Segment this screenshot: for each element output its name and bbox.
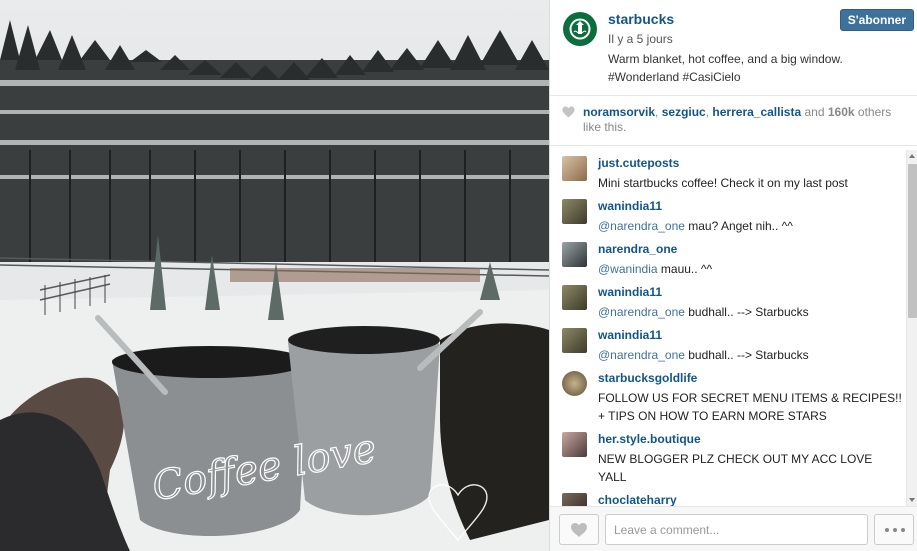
scroll-down-arrow-icon[interactable]: [909, 498, 915, 502]
separator: ,: [705, 105, 710, 119]
heart-icon: [562, 106, 575, 118]
comment-input[interactable]: [605, 514, 868, 545]
comment-text: @wanindia mauu.. ^^: [598, 260, 903, 278]
comments-list[interactable]: just.cuteposts Mini startbucks coffee! C…: [550, 150, 907, 506]
comment-item: wanindia11 @narendra_one budhall.. --> S…: [562, 281, 907, 325]
comment-line: YALL: [598, 470, 627, 484]
more-options-button[interactable]: [874, 514, 914, 545]
comment-line: FOLLOW US FOR SECRET MENU ITEMS & RECIPE…: [598, 391, 902, 405]
avatar[interactable]: [562, 156, 587, 181]
avatar[interactable]: [562, 285, 587, 310]
comment-item: just.cuteposts Mini startbucks coffee! C…: [562, 152, 907, 196]
avatar[interactable]: [562, 328, 587, 353]
comment-footer: [550, 506, 917, 551]
separator: ,: [655, 105, 659, 119]
more-options-icon: [885, 528, 889, 532]
comment-username[interactable]: choclateharry: [598, 493, 677, 506]
comment-body: mauu.. ^^: [657, 262, 713, 276]
post-timestamp[interactable]: Il y a 5 jours: [608, 32, 673, 46]
likes-summary: noramsorvik, sezgiuc, herrera_callista a…: [583, 105, 903, 135]
avatar[interactable]: [562, 242, 587, 267]
comment-item: starbucksgoldlife FOLLOW US FOR SECRET M…: [562, 367, 907, 429]
comment-text: Mini startbucks coffee! Check it on my l…: [598, 176, 848, 190]
mention-link[interactable]: @narendra_one: [598, 305, 685, 319]
more-options-icon: [901, 528, 905, 532]
comments-scrollbar[interactable]: [906, 150, 917, 506]
post-username[interactable]: starbucks: [608, 11, 674, 27]
avatar[interactable]: [562, 371, 587, 396]
post-details-panel: starbucks Il y a 5 jours Warm blanket, h…: [549, 0, 917, 551]
post-caption: Warm blanket, hot coffee, and a big wind…: [608, 50, 853, 86]
liker-link[interactable]: herrera_callista: [712, 105, 801, 119]
comment-text: FOLLOW US FOR SECRET MENU ITEMS & RECIPE…: [598, 389, 903, 425]
heart-icon: [571, 523, 587, 537]
comment-body: mau? Anget nih.. ^^: [684, 219, 793, 233]
liker-link[interactable]: sezgiuc: [662, 105, 706, 119]
mention-link[interactable]: @narendra_one: [598, 219, 685, 233]
instagram-post-modal: Coffee love starbucks Il y a 5 jours War…: [0, 0, 917, 551]
post-header: starbucks Il y a 5 jours Warm blanket, h…: [550, 0, 917, 96]
comment-line: NEW BLOGGER PLZ CHECK OUT MY ACC LOVE: [598, 452, 873, 466]
avatar[interactable]: [562, 432, 587, 457]
avatar[interactable]: [562, 199, 587, 224]
comment-line: + TIPS ON HOW TO EARN MORE STARS: [598, 409, 827, 423]
comment-body: budhall.. --> Starbucks: [684, 305, 809, 319]
comment-text: NEW BLOGGER PLZ CHECK OUT MY ACC LOVE YA…: [598, 450, 903, 486]
scroll-up-arrow-icon[interactable]: [909, 154, 915, 158]
post-photo[interactable]: Coffee love: [0, 0, 549, 551]
and-text: and: [804, 105, 825, 119]
likes-section: noramsorvik, sezgiuc, herrera_callista a…: [550, 96, 917, 146]
scroll-thumb[interactable]: [908, 164, 917, 318]
comment-text: @narendra_one budhall.. --> Starbucks: [598, 346, 903, 364]
likes-count[interactable]: 160k: [828, 105, 855, 119]
comment-item: narendra_one @wanindia mauu.. ^^: [562, 238, 907, 282]
caption-hashtags[interactable]: #Wonderland #CasiCielo: [608, 68, 853, 86]
comment-item: choclateharry: [562, 489, 907, 506]
comment-item: wanindia11 @narendra_one budhall.. --> S…: [562, 324, 907, 368]
comment-username[interactable]: wanindia11: [598, 285, 662, 299]
comment-username[interactable]: wanindia11: [598, 328, 662, 342]
comment-username[interactable]: wanindia11: [598, 199, 662, 213]
more-options-icon: [893, 528, 897, 532]
comment-item: her.style.boutique NEW BLOGGER PLZ CHECK…: [562, 428, 907, 490]
comment-username[interactable]: starbucksgoldlife: [598, 371, 697, 385]
liker-link[interactable]: noramsorvik: [583, 105, 655, 119]
caption-text: Warm blanket, hot coffee, and a big wind…: [608, 52, 843, 66]
avatar[interactable]: [562, 493, 587, 506]
comment-username[interactable]: her.style.boutique: [598, 432, 701, 446]
like-button[interactable]: [559, 514, 599, 545]
follow-button[interactable]: S'abonner: [839, 9, 914, 31]
mention-link[interactable]: @narendra_one: [598, 348, 685, 362]
comment-text: @narendra_one budhall.. --> Starbucks: [598, 303, 903, 321]
comment-item: wanindia11 @narendra_one mau? Anget nih.…: [562, 195, 907, 239]
winter-coffee-photo: Coffee love: [0, 20, 549, 551]
comment-username[interactable]: just.cuteposts: [598, 156, 679, 170]
comment-username[interactable]: narendra_one: [598, 242, 677, 256]
comment-text: @narendra_one mau? Anget nih.. ^^: [598, 217, 903, 235]
starbucks-logo-icon[interactable]: [563, 12, 597, 46]
mention-link[interactable]: @wanindia: [598, 262, 658, 276]
comment-body: budhall.. --> Starbucks: [684, 348, 809, 362]
